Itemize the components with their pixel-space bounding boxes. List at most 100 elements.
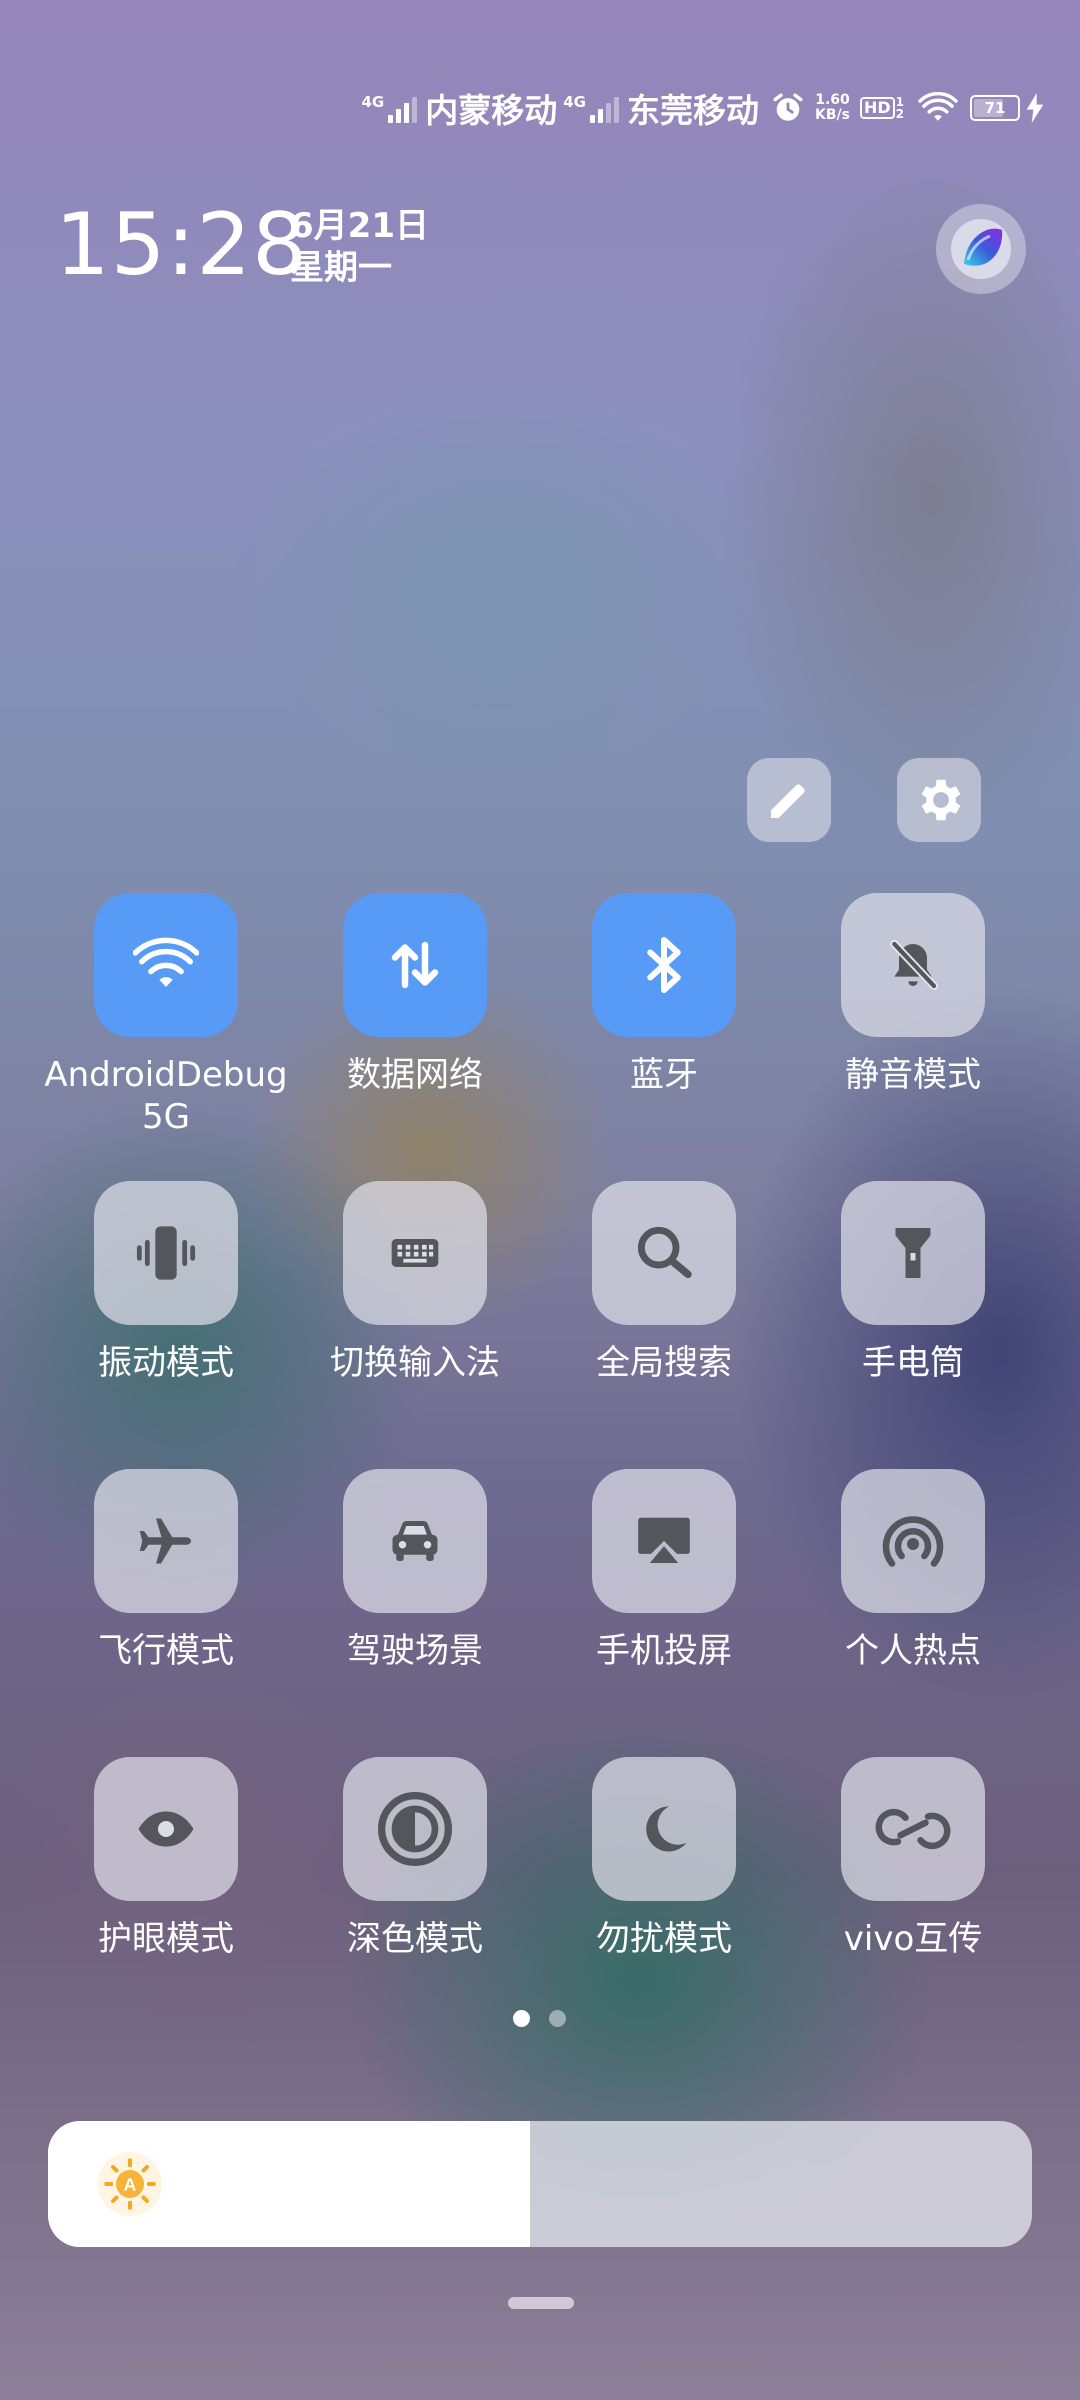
tile-flashlight-button[interactable] [841,1181,985,1325]
tile-do-not-disturb[interactable]: 勿扰模式 [549,1757,779,1960]
flashlight-icon [895,1228,931,1278]
jovi-assistant-icon [951,219,1011,279]
hd-label: HD [859,97,895,119]
page-dot-1[interactable] [513,2010,530,2027]
airplane-icon [139,1518,191,1564]
eye-icon [138,1811,194,1847]
date-text: 6月21日 [290,206,429,246]
tile-eye-protection-label: 护眼模式 [98,1919,234,1959]
data-arrows-icon [391,941,439,989]
tile-do-not-disturb-label: 勿扰模式 [596,1919,732,1959]
sim1-carrier: 内蒙移动 [425,91,558,130]
tile-vivo-share-button[interactable] [841,1757,985,1901]
vibrate-icon [136,1226,196,1280]
tile-do-not-disturb-button[interactable] [592,1757,736,1901]
tile-bluetooth-button[interactable] [592,893,736,1037]
gear-icon [921,779,961,821]
tile-mobile-data-label: 数据网络 [347,1055,483,1095]
tile-mobile-data-button[interactable] [343,893,487,1037]
tile-mobile-data[interactable]: 数据网络 [300,893,530,1096]
tile-vibrate-mode-label: 振动模式 [98,1343,234,1383]
bell-off-icon [890,939,939,991]
tile-silent-mode-label: 静音模式 [845,1055,981,1095]
tile-wifi-label: AndroidDebug 5G [44,1054,287,1138]
network-speed-unit: KB/s [815,107,850,123]
settings-button[interactable] [897,758,981,842]
tile-wifi-button[interactable] [94,893,238,1037]
tile-vivo-share-label: vivo互传 [843,1919,983,1959]
tile-flashlight-label: 手电筒 [862,1343,964,1383]
tile-driving-mode-label: 驾驶场景 [347,1631,483,1671]
tile-driving-mode[interactable]: 驾驶场景 [300,1469,530,1672]
tile-eye-protection[interactable]: 护眼模式 [51,1757,281,1960]
sim2-carrier: 东莞移动 [627,91,759,130]
hd-sim2: 2 [895,107,904,121]
tile-switch-input-method-button[interactable] [343,1181,487,1325]
tile-global-search-button[interactable] [592,1181,736,1325]
tile-dark-mode-button[interactable] [343,1757,487,1901]
charging-bolt-icon [1026,93,1044,123]
sun-icon: A [104,2158,156,2210]
tile-screen-cast[interactable]: 手机投屏 [549,1469,779,1672]
hotspot-icon [882,1516,944,1567]
dark-mode-icon [378,1792,452,1866]
battery-icon: 71 [970,95,1020,121]
network-speed: 1.60 KB/s [815,93,850,123]
tile-personal-hotspot[interactable]: 个人热点 [798,1469,1028,1672]
tile-vibrate-mode-button[interactable] [94,1181,238,1325]
tile-airplane-mode-label: 飞行模式 [98,1631,234,1671]
share-link-icon [875,1808,951,1850]
battery-level: 71 [984,99,1006,117]
tile-dark-mode[interactable]: 深色模式 [300,1757,530,1960]
tile-switch-input-method-label: 切换输入法 [330,1343,500,1383]
tile-personal-hotspot-button[interactable] [841,1469,985,1613]
auto-brightness-icon[interactable]: A [98,2152,162,2216]
edit-tiles-button[interactable] [747,758,831,842]
tile-global-search[interactable]: 全局搜索 [549,1181,779,1384]
clock-time[interactable]: 15:28 [55,195,308,295]
moon-icon [646,1806,687,1852]
sim2-signal-icon: 4G [563,93,619,123]
tile-screen-cast-button[interactable] [592,1469,736,1613]
tile-driving-mode-button[interactable] [343,1469,487,1613]
tile-bluetooth[interactable]: 蓝牙 [549,893,779,1096]
panel-drag-handle[interactable] [508,2297,574,2309]
hd-voice-icon: HD 1 2 [859,96,904,121]
tile-screen-cast-label: 手机投屏 [596,1631,732,1671]
tile-silent-mode[interactable]: 静音模式 [798,893,1028,1096]
car-icon [392,1521,438,1561]
jovi-assistant-button[interactable] [936,204,1026,294]
tile-airplane-mode[interactable]: 飞行模式 [51,1469,281,1672]
sim1-signal-icon: 4G [362,93,418,123]
bluetooth-icon [647,937,681,993]
wifi-icon [133,937,199,987]
tile-personal-hotspot-label: 个人热点 [845,1631,981,1671]
date-block[interactable]: 6月21日 星期一 [290,205,429,289]
network-speed-value: 1.60 [815,92,850,108]
alarm-clock-icon [773,93,803,121]
pencil-icon [771,784,805,818]
tile-eye-protection-button[interactable] [94,1757,238,1901]
wifi-ssid-line2: 5G [142,1097,190,1137]
tile-vivo-share[interactable]: vivo互传 [798,1757,1028,1960]
tile-vibrate-mode[interactable]: 振动模式 [51,1181,281,1384]
search-icon [637,1226,692,1279]
tile-airplane-mode-button[interactable] [94,1469,238,1613]
tile-global-search-label: 全局搜索 [596,1343,732,1383]
wifi-ssid-line1: AndroidDebug [44,1055,288,1095]
page-dot-2[interactable] [549,2010,566,2027]
tile-bluetooth-label: 蓝牙 [630,1055,698,1095]
tile-wifi[interactable]: AndroidDebug 5G [44,893,288,1138]
sim1-network-type: 4G [361,93,385,111]
brightness-slider[interactable]: A [48,2121,1032,2247]
tile-silent-mode-button[interactable] [841,893,985,1037]
keyboard-icon [391,1239,439,1267]
status-bar: 4G 内蒙移动 4G 东莞移动 1.60 KB/s HD 1 2 71 [348,86,1044,130]
tile-flashlight[interactable]: 手电筒 [798,1181,1028,1384]
cast-screen-icon [638,1517,690,1563]
tile-switch-input-method[interactable]: 切换输入法 [300,1181,530,1384]
auto-brightness-letter: A [124,2175,137,2195]
weekday-text: 星期一 [290,248,392,288]
wifi-icon [918,92,958,121]
tile-dark-mode-label: 深色模式 [347,1919,483,1959]
